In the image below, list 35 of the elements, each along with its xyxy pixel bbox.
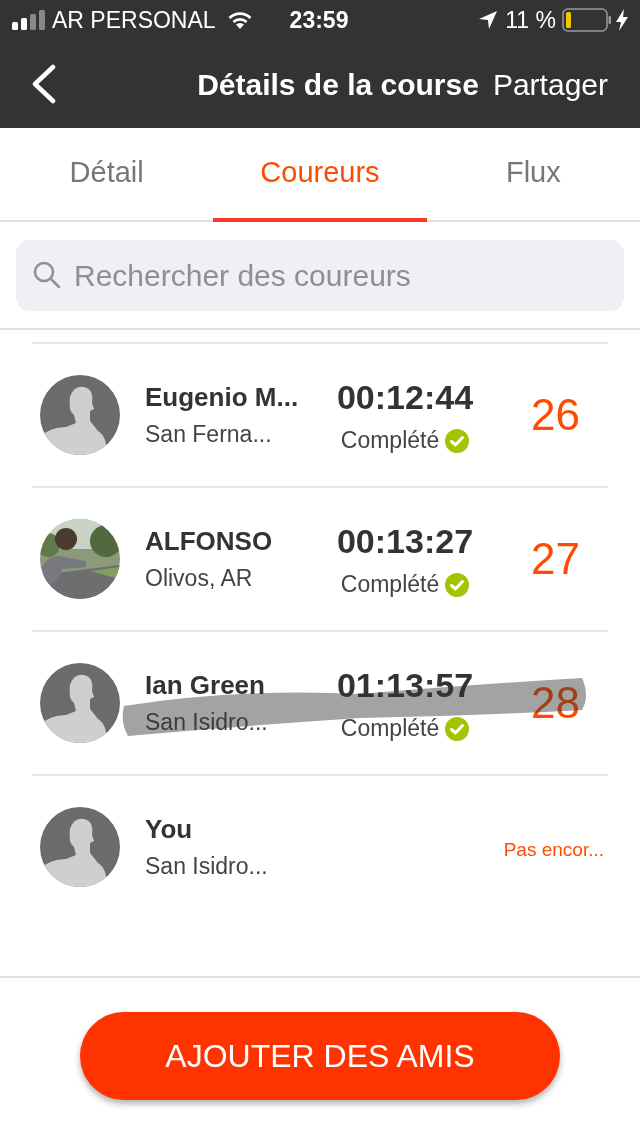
finish-time: 01:13:57 — [336, 665, 474, 707]
finish-time: 00:12:44 — [336, 377, 474, 419]
finish-time: 00:13:27 — [336, 521, 474, 563]
tab[interactable]: Coureurs — [213, 128, 427, 222]
add-friends-button[interactable]: AJOUTER DES AMIS — [80, 1012, 560, 1100]
location-arrow-icon — [479, 11, 498, 29]
share-button[interactable]: Partager — [492, 61, 608, 107]
check-icon — [445, 716, 470, 741]
carrier-name: AR PERSONAL — [52, 5, 216, 35]
signal-icon — [12, 10, 46, 30]
charging-icon — [616, 9, 628, 31]
tab[interactable]: Flux — [426, 128, 640, 222]
status-label: Complété — [340, 714, 440, 744]
runner-name: Ian Green — [145, 669, 266, 703]
back-chevron-icon — [30, 64, 56, 104]
runner-name: Eugenio M... — [145, 381, 300, 415]
runner-name: ALFONSO — [145, 525, 274, 559]
search-icon — [32, 260, 62, 290]
battery-percent: 11 % — [505, 5, 556, 35]
runner-location: San Ferna... — [145, 420, 273, 450]
runner-location: San Isidro... — [145, 852, 269, 882]
battery-icon — [562, 8, 612, 32]
check-icon — [445, 428, 470, 453]
status-label: Complété — [340, 570, 440, 600]
runner-location: Olivos, AR — [145, 564, 254, 594]
status-label: Pas encor... — [503, 837, 605, 862]
clock-time: 23:59 — [289, 5, 349, 35]
tab[interactable]: Détail — [0, 128, 214, 222]
check-icon — [445, 572, 470, 597]
screen-title: Détails de la course — [197, 66, 479, 103]
search-field[interactable]: Rechercher des coureurs — [16, 240, 624, 311]
status-label: Complété — [340, 426, 440, 456]
runner-name: You — [145, 813, 194, 847]
rank-number: 27 — [530, 533, 581, 585]
rank-number: 26 — [530, 389, 581, 441]
